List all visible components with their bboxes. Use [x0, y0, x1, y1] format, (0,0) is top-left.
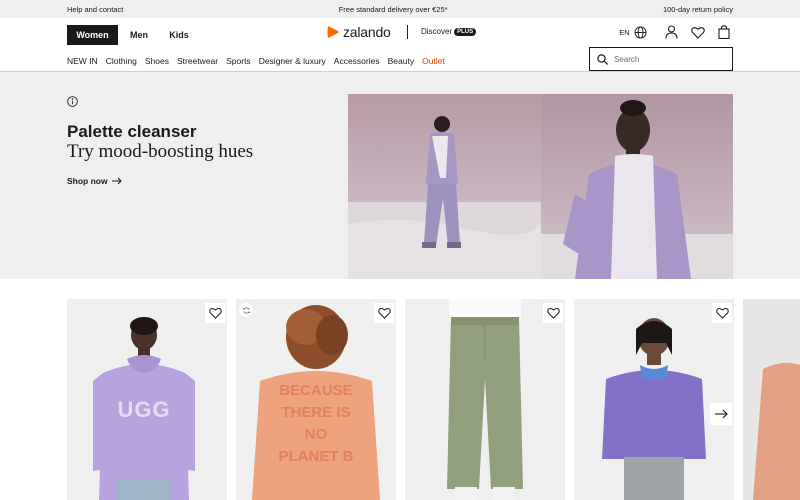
- nav-sports[interactable]: Sports: [226, 56, 251, 66]
- wishlist-toggle[interactable]: [712, 303, 732, 323]
- bag-icon: [718, 25, 730, 39]
- recycle-icon: [242, 306, 251, 315]
- search-icon: [597, 53, 608, 65]
- heart-icon: [377, 307, 391, 319]
- product-card-lilac-hoodie[interactable]: UGG: [67, 299, 227, 500]
- wishlist-toggle[interactable]: [374, 303, 394, 323]
- globe-icon: [634, 25, 647, 39]
- hero-subtitle: Try mood-boosting hues: [67, 141, 254, 162]
- hero-title: Palette cleanser: [67, 122, 197, 141]
- tab-men[interactable]: Men: [125, 25, 153, 45]
- heart-icon: [546, 307, 560, 319]
- header: Women Men Kids zalando Discover PLUS EN: [0, 18, 800, 72]
- returns-info[interactable]: 100-day return policy: [663, 5, 733, 14]
- nav-designer-luxury[interactable]: Designer & luxury: [259, 56, 326, 66]
- product-card-peach-sweatshirt[interactable]: BECAUSE THERE IS NO PLANET B: [236, 299, 396, 500]
- cart-button[interactable]: [716, 24, 732, 40]
- sustainability-badge: [239, 303, 253, 317]
- wishlist-toggle[interactable]: [205, 303, 225, 323]
- search-box[interactable]: [589, 47, 733, 71]
- nav-accessories[interactable]: Accessories: [334, 56, 380, 66]
- zalando-logo-icon: [326, 25, 340, 39]
- product-card-khaki-trousers[interactable]: [405, 299, 565, 500]
- nav-beauty[interactable]: Beauty: [388, 56, 414, 66]
- search-input[interactable]: [614, 54, 724, 64]
- language-selector[interactable]: EN: [618, 24, 648, 40]
- tab-kids[interactable]: Kids: [164, 25, 194, 45]
- tab-women[interactable]: Women: [67, 25, 118, 45]
- arrow-right-icon: [714, 409, 728, 419]
- product-card-purple-knit-cardigan[interactable]: [574, 299, 734, 500]
- nav-streetwear[interactable]: Streetwear: [177, 56, 218, 66]
- hoodie-print: UGG: [117, 397, 170, 422]
- delivery-info[interactable]: Free standard delivery over €25*: [339, 5, 448, 14]
- user-icon: [664, 25, 678, 39]
- hero-image-portrait: [541, 94, 734, 279]
- carousel-next-button[interactable]: [710, 403, 732, 425]
- discover-label: Discover: [421, 27, 453, 36]
- nav-new-in[interactable]: NEW IN: [67, 56, 98, 66]
- hero-banner[interactable]: Palette cleanser Try mood-boosting hues …: [0, 72, 800, 279]
- shop-now-label: Shop now: [67, 176, 108, 186]
- wishlist-button[interactable]: [690, 24, 706, 40]
- logo-text: zalando: [343, 24, 391, 40]
- discover-plus-link[interactable]: Discover PLUS: [421, 27, 477, 36]
- category-nav: NEW IN Clothing Shoes Streetwear Sports …: [67, 56, 453, 66]
- heart-icon: [691, 26, 705, 39]
- nav-outlet[interactable]: Outlet: [422, 56, 445, 66]
- heart-icon: [208, 307, 222, 319]
- shop-now-link[interactable]: Shop now: [67, 176, 122, 186]
- account-button[interactable]: [663, 24, 679, 40]
- wishlist-toggle[interactable]: [543, 303, 563, 323]
- nav-clothing[interactable]: Clothing: [106, 56, 137, 66]
- language-code: EN: [619, 27, 630, 37]
- logo-divider: [407, 25, 408, 39]
- arrow-right-icon: [111, 177, 122, 185]
- product-carousel: UGG BECAUSE THERE IS NO PLANET B: [0, 299, 800, 500]
- heart-icon: [715, 307, 729, 319]
- hero-image-full-body: [348, 94, 541, 279]
- plus-badge: PLUS: [454, 27, 477, 36]
- product-card-partial[interactable]: [743, 299, 800, 500]
- info-icon[interactable]: [67, 94, 78, 107]
- nav-shoes[interactable]: Shoes: [145, 56, 169, 66]
- top-info-bar: Help and contact Free standard delivery …: [0, 0, 800, 18]
- help-link[interactable]: Help and contact: [67, 5, 123, 14]
- zalando-logo[interactable]: zalando: [326, 24, 391, 40]
